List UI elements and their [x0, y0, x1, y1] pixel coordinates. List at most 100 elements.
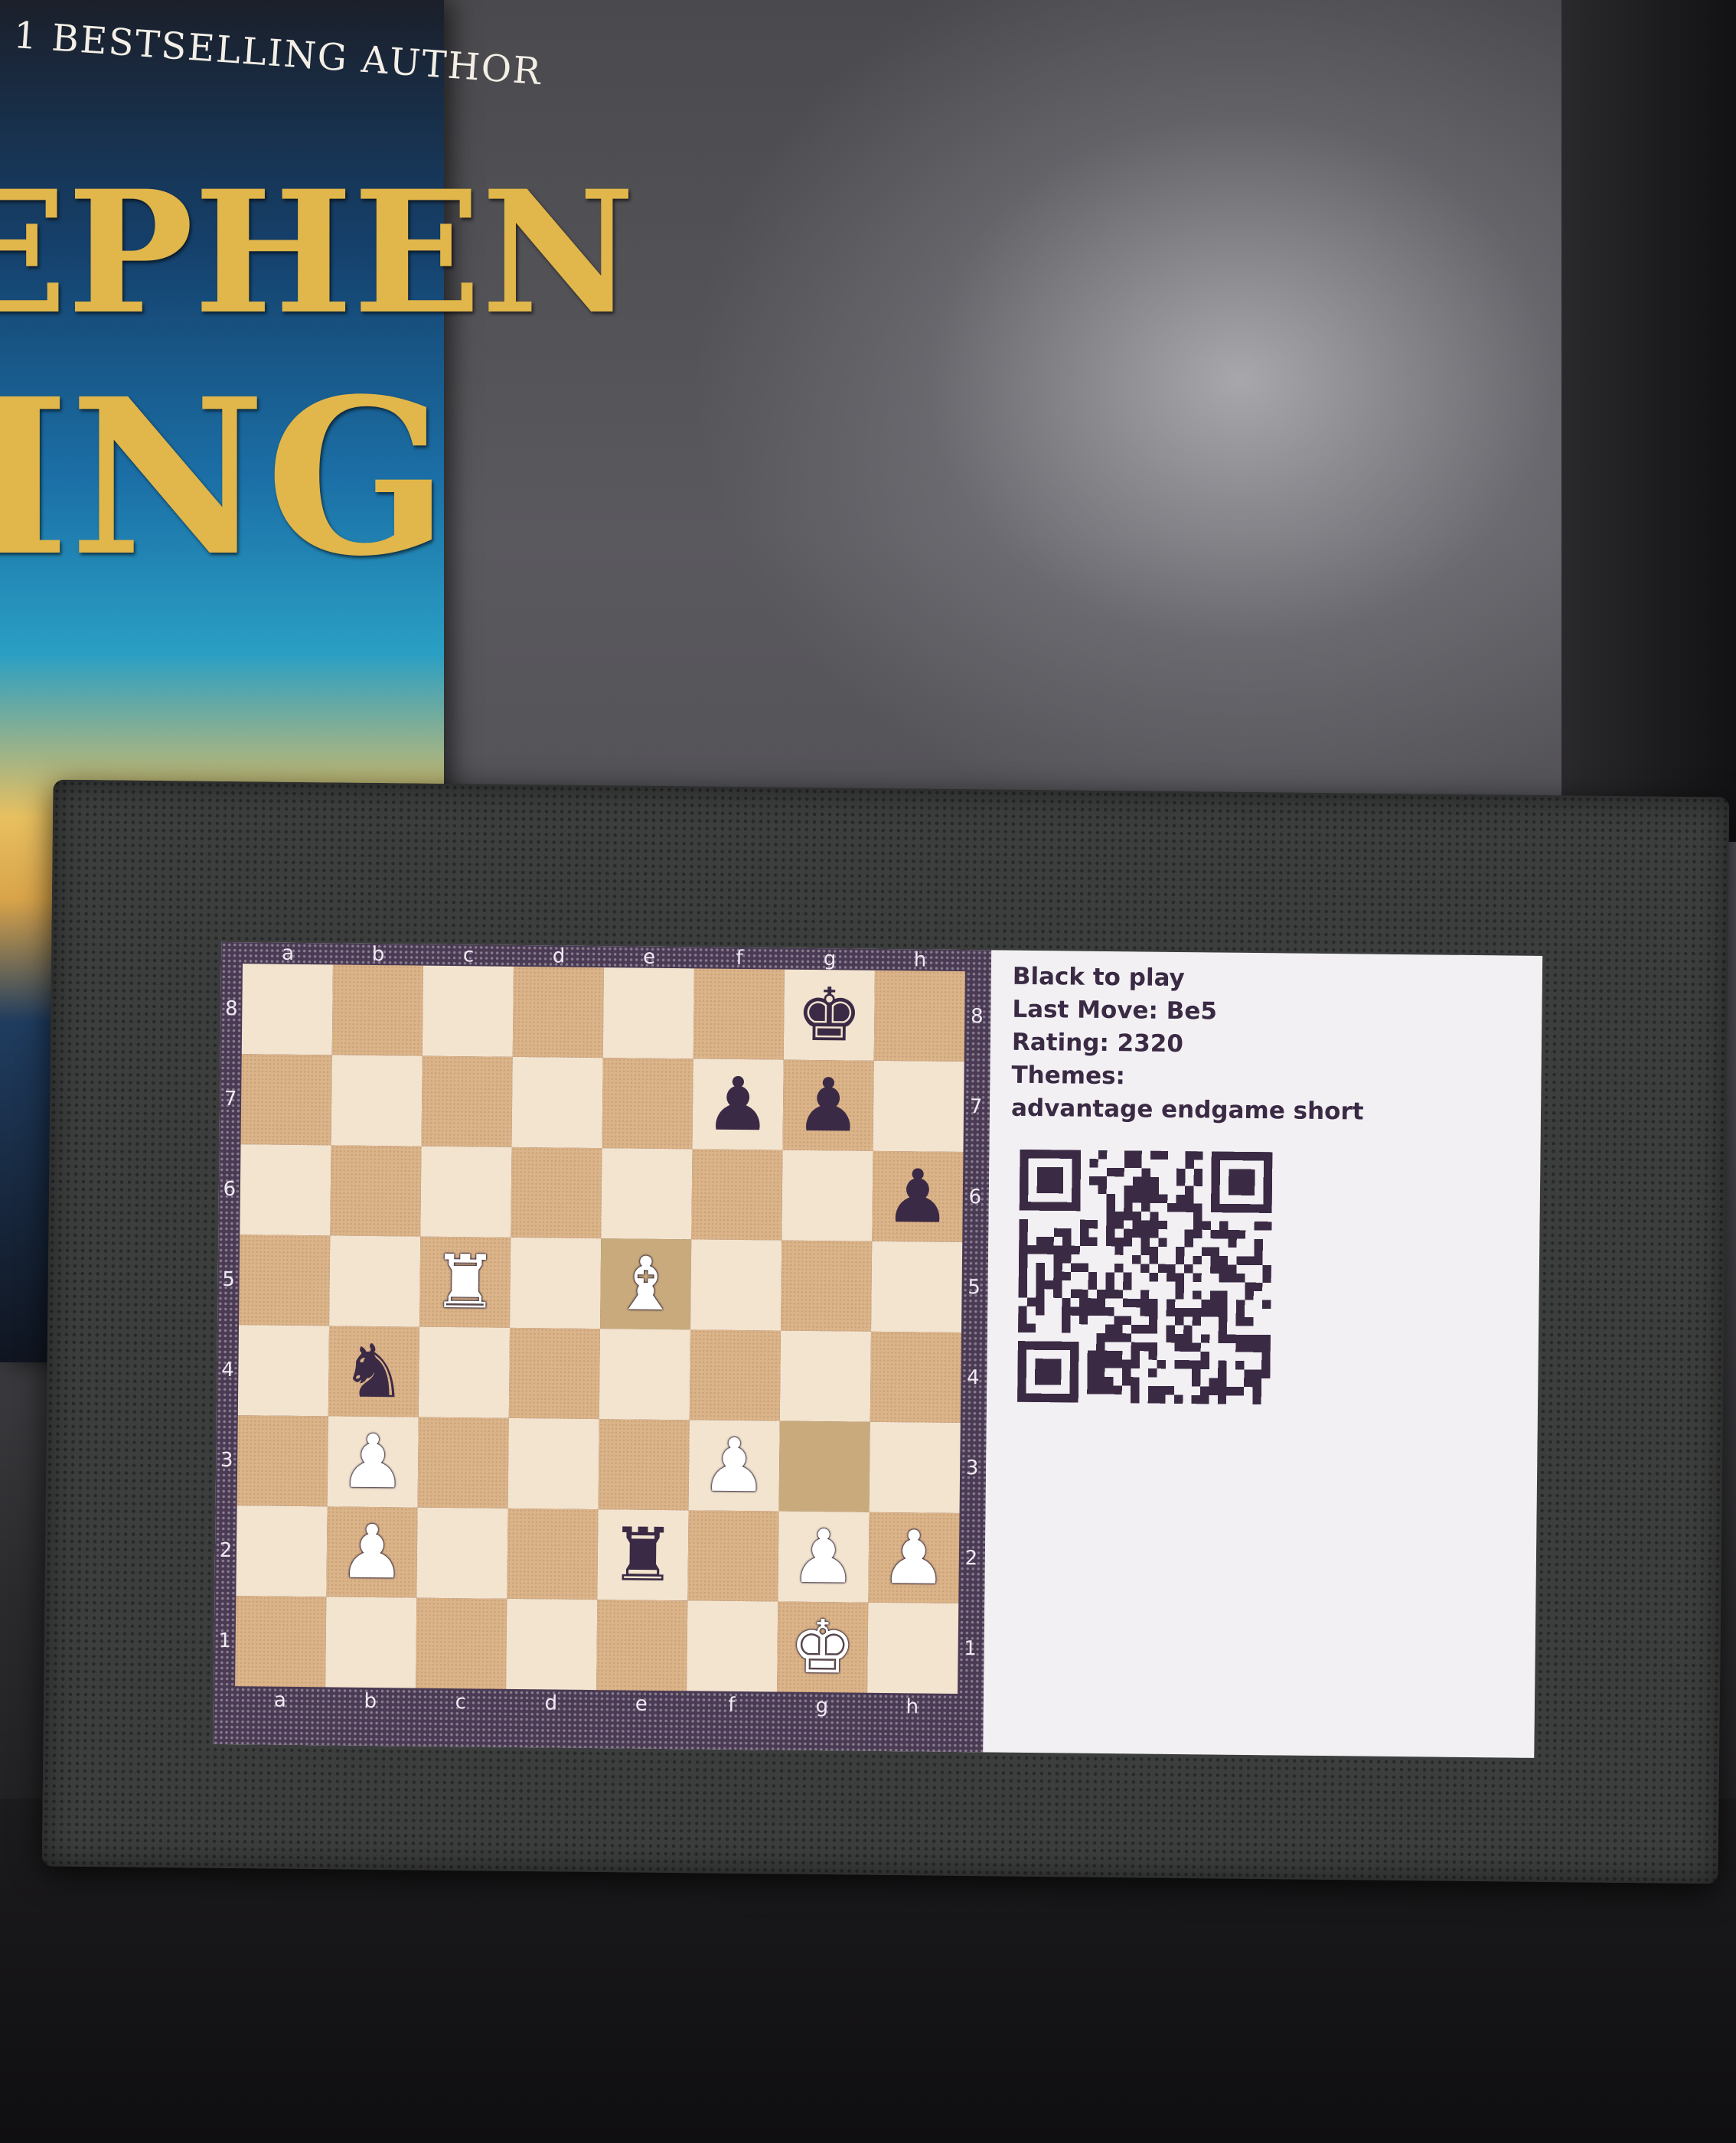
square-f8[interactable] — [693, 968, 785, 1060]
square-g6[interactable] — [782, 1150, 873, 1241]
square-d1[interactable] — [506, 1598, 598, 1691]
square-a6[interactable] — [240, 1144, 331, 1236]
square-c6[interactable] — [420, 1146, 512, 1238]
square-d8[interactable] — [512, 966, 604, 1058]
e-ink-screen: ♚ ♟ ♟ ♟ ♜ ♝ ♞ ♟ ♟ ♟ ♜ ♟ ♟ ♚ aabbccddeeffgghh887766554… — [213, 941, 1543, 1758]
file-label-f: f — [736, 946, 743, 970]
display-frame: ♚ ♟ ♟ ♟ ♜ ♝ ♞ ♟ ♟ ♟ ♜ ♟ ♟ ♚ aabbccddeeffgghh887766554… — [41, 779, 1730, 1884]
qr-code-icon[interactable] — [1017, 1149, 1273, 1405]
black-pawn-icon[interactable]: ♟ — [795, 1062, 861, 1149]
white-pawn-icon[interactable]: ♟ — [790, 1514, 857, 1600]
square-f1[interactable] — [687, 1600, 778, 1692]
chess-board-area: ♚ ♟ ♟ ♟ ♜ ♝ ♞ ♟ ♟ ♟ ♜ ♟ ♟ ♚ aabbccddeeffgghh887766554… — [213, 941, 992, 1753]
square-e4[interactable] — [599, 1329, 691, 1421]
square-h4[interactable] — [870, 1331, 961, 1424]
white-pawn-icon[interactable]: ♟ — [701, 1422, 768, 1509]
black-king-icon[interactable]: ♚ — [796, 972, 863, 1058]
square-d3[interactable] — [507, 1417, 599, 1510]
square-f7[interactable]: ♟ — [692, 1058, 784, 1150]
file-label-b: b — [371, 942, 385, 967]
black-pawn-icon[interactable]: ♟ — [704, 1062, 771, 1148]
rank-label-6: 6 — [223, 1177, 237, 1202]
square-f2[interactable] — [687, 1510, 779, 1602]
square-b5[interactable] — [329, 1235, 421, 1327]
rank-label-4: 4 — [220, 1358, 234, 1382]
square-a1[interactable] — [235, 1596, 327, 1688]
square-e8[interactable] — [602, 967, 694, 1059]
square-e2[interactable]: ♜ — [597, 1509, 689, 1601]
square-b2[interactable]: ♟ — [326, 1506, 418, 1598]
square-h3[interactable] — [869, 1421, 961, 1514]
square-a2[interactable] — [236, 1505, 328, 1597]
file-label-e: e — [635, 1692, 648, 1716]
square-e5[interactable]: ♝ — [600, 1238, 692, 1330]
rank-label-7: 7 — [224, 1087, 237, 1111]
rank-label-1: 1 — [964, 1637, 977, 1661]
square-a7[interactable] — [240, 1054, 332, 1146]
file-label-h: h — [913, 948, 927, 972]
square-h7[interactable] — [873, 1060, 964, 1153]
square-h8[interactable] — [873, 970, 965, 1062]
rank-label-8: 8 — [224, 996, 238, 1021]
square-b1[interactable] — [325, 1597, 417, 1688]
square-g5[interactable] — [781, 1240, 873, 1332]
white-king-icon[interactable]: ♚ — [789, 1604, 856, 1691]
square-c8[interactable] — [422, 965, 514, 1057]
rank-label-5: 5 — [968, 1276, 981, 1300]
square-b8[interactable] — [331, 964, 423, 1056]
puzzle-info-panel: Black to play Last Move: Be5 Rating: 232… — [983, 950, 1543, 1758]
square-f3[interactable]: ♟ — [688, 1420, 780, 1512]
square-g8[interactable]: ♚ — [783, 969, 875, 1061]
file-label-a: a — [282, 941, 295, 965]
white-pawn-icon[interactable]: ♟ — [880, 1515, 947, 1601]
square-a3[interactable] — [237, 1415, 328, 1507]
square-g1[interactable]: ♚ — [777, 1601, 869, 1693]
square-b3[interactable]: ♟ — [327, 1416, 419, 1508]
square-f6[interactable] — [691, 1149, 783, 1241]
square-g3[interactable] — [778, 1421, 870, 1512]
square-f4[interactable] — [689, 1329, 782, 1421]
square-c5[interactable]: ♜ — [419, 1236, 511, 1328]
square-a8[interactable] — [241, 964, 333, 1055]
black-rook-icon[interactable]: ♜ — [609, 1512, 676, 1598]
book-title-line-2: ING — [0, 352, 449, 604]
square-e7[interactable] — [602, 1058, 693, 1150]
file-label-g: g — [815, 1695, 829, 1718]
square-h1[interactable] — [867, 1602, 959, 1695]
square-d2[interactable] — [507, 1508, 599, 1600]
square-e6[interactable] — [601, 1148, 693, 1240]
square-c4[interactable] — [418, 1326, 511, 1418]
rank-label-2: 2 — [964, 1547, 978, 1571]
square-h6[interactable]: ♟ — [872, 1150, 964, 1243]
square-h5[interactable] — [871, 1241, 963, 1333]
black-pawn-icon[interactable]: ♟ — [884, 1153, 951, 1240]
file-label-c: c — [462, 944, 475, 967]
white-pawn-icon[interactable]: ♟ — [338, 1509, 405, 1596]
square-a5[interactable] — [239, 1235, 331, 1326]
square-b4[interactable]: ♞ — [328, 1326, 420, 1417]
square-g2[interactable]: ♟ — [778, 1511, 870, 1603]
white-pawn-icon[interactable]: ♟ — [340, 1419, 406, 1505]
square-d7[interactable] — [511, 1056, 603, 1149]
white-rook-icon[interactable]: ♜ — [432, 1239, 498, 1326]
square-d5[interactable] — [510, 1237, 602, 1329]
square-b7[interactable] — [331, 1055, 423, 1147]
square-f5[interactable] — [690, 1239, 782, 1331]
square-b6[interactable] — [330, 1145, 422, 1237]
square-c7[interactable] — [421, 1055, 513, 1147]
square-c1[interactable] — [416, 1597, 507, 1689]
white-bishop-icon[interactable]: ♝ — [612, 1241, 679, 1327]
rank-label-3: 3 — [220, 1448, 233, 1473]
square-g4[interactable] — [779, 1330, 872, 1422]
square-g7[interactable]: ♟ — [782, 1059, 874, 1151]
square-c2[interactable] — [416, 1507, 508, 1599]
square-e1[interactable] — [596, 1600, 688, 1691]
black-knight-icon[interactable]: ♞ — [341, 1329, 407, 1415]
square-h2[interactable]: ♟ — [868, 1512, 960, 1604]
square-e3[interactable] — [598, 1419, 690, 1511]
square-c3[interactable] — [417, 1417, 509, 1509]
square-a4[interactable] — [237, 1325, 330, 1417]
chess-board[interactable]: ♚ ♟ ♟ ♟ ♜ ♝ ♞ ♟ ♟ ♟ ♜ ♟ ♟ ♚ — [235, 964, 965, 1695]
square-d4[interactable] — [508, 1327, 601, 1420]
square-d6[interactable] — [511, 1147, 602, 1239]
